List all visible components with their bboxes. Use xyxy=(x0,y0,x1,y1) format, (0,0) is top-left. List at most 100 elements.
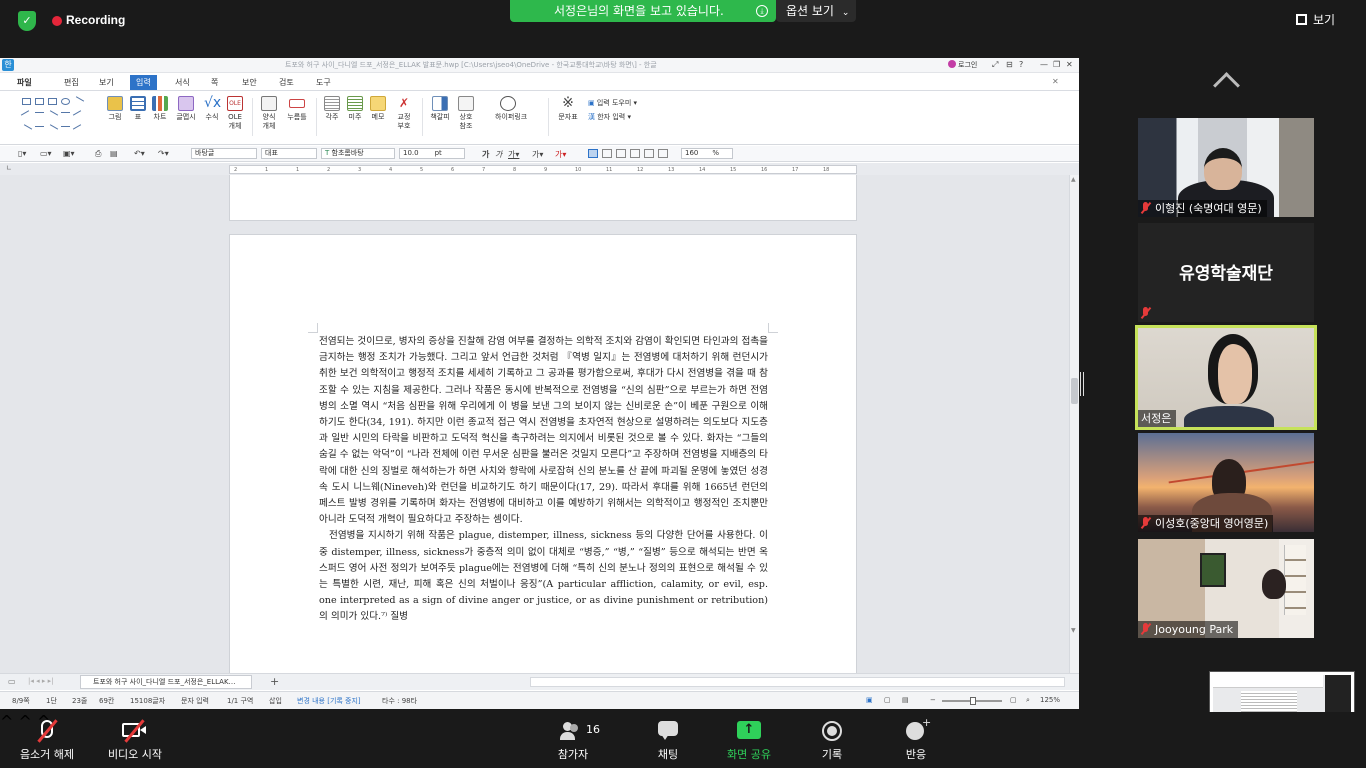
font-select[interactable]: T 함초롬바탕 xyxy=(321,148,395,159)
reactions-button[interactable]: + 반응 xyxy=(896,716,936,762)
insert-chart-button[interactable]: 차트 xyxy=(147,96,173,122)
chat-button[interactable]: 채팅 xyxy=(648,720,688,762)
form-object-button[interactable]: 양식 개체 xyxy=(256,96,282,131)
menu-edit[interactable]: 편집 xyxy=(64,77,79,88)
language-select[interactable]: 대표 xyxy=(261,148,317,159)
login-button[interactable]: 로그인 xyxy=(948,60,977,70)
hanja-input-button[interactable]: 漢 한자 입력 ▾ xyxy=(588,112,631,122)
close-doc-icon[interactable]: ✕ xyxy=(1052,77,1059,86)
magnifier-icon[interactable]: ⌕ xyxy=(1026,696,1030,705)
status-track-changes[interactable]: 변경 내용 [기록 중지] xyxy=(297,696,361,706)
menu-format[interactable]: 서식 xyxy=(175,77,190,88)
fit-page-icon[interactable]: ▢ xyxy=(1010,696,1017,704)
save-icon[interactable]: ▣▾ xyxy=(63,149,75,158)
horizontal-ruler[interactable]: 2 1 1 2 3 4 5 6 7 8 9 10 11 12 13 14 15 16 17 18 xyxy=(229,165,857,174)
tab-stop-icon[interactable]: ∟ xyxy=(6,164,12,172)
font-size-input[interactable]: 10.0 pt xyxy=(399,148,465,159)
divide-icon[interactable] xyxy=(658,149,668,158)
status-input-mode[interactable]: 문자 입력 xyxy=(181,696,209,706)
close-icon[interactable]: ✕ xyxy=(1066,60,1073,69)
align-left-icon[interactable] xyxy=(602,149,612,158)
cross-reference-button[interactable]: 상호 참조 xyxy=(453,96,479,131)
zoom-slider[interactable] xyxy=(942,697,1002,705)
menu-insert[interactable]: 입력 xyxy=(130,75,157,90)
horizontal-scrollbar[interactable] xyxy=(530,677,1065,687)
hwp-app-icon[interactable]: 한 xyxy=(2,59,14,71)
toolbar-toggle-icon[interactable]: ⊟ xyxy=(1006,60,1013,69)
hyperlink-button[interactable]: 하이퍼링크 xyxy=(495,96,527,122)
line-spacing-input[interactable]: 160% xyxy=(681,148,733,159)
view-options-button[interactable]: 옵션 보기 ⌄ xyxy=(776,0,856,22)
bold-icon[interactable]: 가 xyxy=(482,149,489,160)
tab-nav-icons[interactable]: |◂ ◂ ▸ ▸| xyxy=(28,677,53,685)
zoom-slider-knob[interactable] xyxy=(970,697,976,705)
input-helper-button[interactable]: ▣ 입력 도우미 ▾ xyxy=(588,98,637,108)
normal-view-icon[interactable]: ▣ xyxy=(866,696,873,704)
align-center-icon[interactable] xyxy=(616,149,626,158)
add-tab-icon[interactable]: + xyxy=(270,675,279,688)
insert-ole-button[interactable]: OLE OLE 개체 xyxy=(222,96,248,131)
memo-button[interactable]: 메모 xyxy=(365,96,391,122)
align-justify-icon[interactable] xyxy=(588,149,598,158)
open-folder-icon[interactable]: ▭▾ xyxy=(40,149,52,158)
record-button[interactable]: 기록 xyxy=(812,720,852,762)
distribute-icon[interactable] xyxy=(644,149,654,158)
status-insert[interactable]: 삽입 xyxy=(269,696,282,706)
unmute-button[interactable]: 음소거 해제 xyxy=(16,719,78,762)
shape-gallery[interactable] xyxy=(20,96,94,140)
participant-tile[interactable]: Jooyoung Park xyxy=(1138,539,1314,638)
page-view-icon[interactable]: ▤ xyxy=(902,696,909,704)
menu-page[interactable]: 쪽 xyxy=(211,77,218,88)
page-body-text[interactable]: 전염되는 것이므로, 병자의 증상을 진찰해 감염 여부를 결정하는 의학적 조… xyxy=(319,334,768,626)
style-select[interactable]: 바탕글 xyxy=(191,148,257,159)
web-view-icon[interactable]: ▢ xyxy=(884,696,891,704)
fullscreen-icon[interactable]: ⤢ xyxy=(992,60,998,70)
audio-options-caret-icon[interactable]: ^ xyxy=(0,712,13,731)
bookmark-button[interactable]: 책갈피 xyxy=(427,96,453,122)
insert-glyph-button[interactable]: 글맵시 xyxy=(173,96,199,122)
underline-icon[interactable]: 가▾ xyxy=(508,149,519,160)
zoom-out-icon[interactable]: − xyxy=(930,696,936,704)
scroll-up-icon[interactable]: ▲ xyxy=(1071,176,1076,183)
vertical-scrollbar[interactable]: ▲ ▼ xyxy=(1069,175,1079,673)
help-icon[interactable]: ? xyxy=(1019,60,1023,69)
status-page[interactable]: 8/9쪽 xyxy=(12,696,30,706)
menu-security[interactable]: 보안 xyxy=(242,77,257,88)
print-icon[interactable]: ⎙ xyxy=(95,149,101,159)
preview-icon[interactable]: ▤ xyxy=(110,149,118,158)
participants-button[interactable]: 16 참가자 xyxy=(548,720,600,762)
menu-review[interactable]: 검토 xyxy=(279,77,294,88)
redo-icon[interactable]: ↷▾ xyxy=(158,149,169,158)
italic-icon[interactable]: 가 xyxy=(495,149,502,160)
char-table-button[interactable]: ※ 문자표 xyxy=(555,96,581,122)
security-shield-icon[interactable]: ✓ xyxy=(18,11,36,31)
share-screen-button[interactable]: ↑ 화면 공유 xyxy=(724,720,774,762)
undo-icon[interactable]: ↶▾ xyxy=(134,149,145,158)
tab-document[interactable]: 트포와 허구 사이_다니엘 드포_서정은_ELLAK… xyxy=(80,675,252,689)
recording-label[interactable]: Recording xyxy=(66,13,125,27)
participant-tile[interactable]: 이성호(중앙대 영어영문) xyxy=(1138,433,1314,532)
restore-icon[interactable]: ❐ xyxy=(1053,60,1060,69)
scrollbar-thumb[interactable] xyxy=(1071,378,1078,404)
document-page[interactable]: 전염되는 것이므로, 병자의 증상을 진찰해 감염 여부를 결정하는 의학적 조… xyxy=(229,234,857,673)
tab-list-icon[interactable]: ▭ xyxy=(8,677,16,686)
chevron-up-icon[interactable] xyxy=(1210,70,1242,88)
align-right-icon[interactable] xyxy=(630,149,640,158)
status-zoom[interactable]: 125% xyxy=(1040,696,1060,704)
view-button[interactable]: 보기 xyxy=(1296,11,1335,28)
new-document-icon[interactable]: ▯▾ xyxy=(18,149,26,158)
splitter-handle[interactable] xyxy=(1080,372,1084,396)
strikethrough-icon[interactable]: 가▾ xyxy=(532,149,543,160)
participant-tile[interactable]: 이형진 (숙명여대 영문) xyxy=(1138,118,1314,217)
menu-tools[interactable]: 도구 xyxy=(316,77,331,88)
share-info-icon[interactable]: ⤓ xyxy=(756,5,768,17)
field-button[interactable]: 누름틀 xyxy=(284,96,310,122)
scroll-down-icon[interactable]: ▼ xyxy=(1071,627,1076,634)
participant-tile-active-speaker[interactable]: 서정은 xyxy=(1135,325,1317,430)
participant-tile[interactable]: 유영학술재단 xyxy=(1138,223,1314,322)
start-video-button[interactable]: 비디오 시작 xyxy=(104,719,166,762)
font-color-icon[interactable]: 가▾ xyxy=(555,149,566,160)
menu-view[interactable]: 보기 xyxy=(99,77,114,88)
proofreading-mark-button[interactable]: ✗ 교정 부호 xyxy=(391,96,417,131)
menu-file[interactable]: 파일 xyxy=(17,77,32,88)
